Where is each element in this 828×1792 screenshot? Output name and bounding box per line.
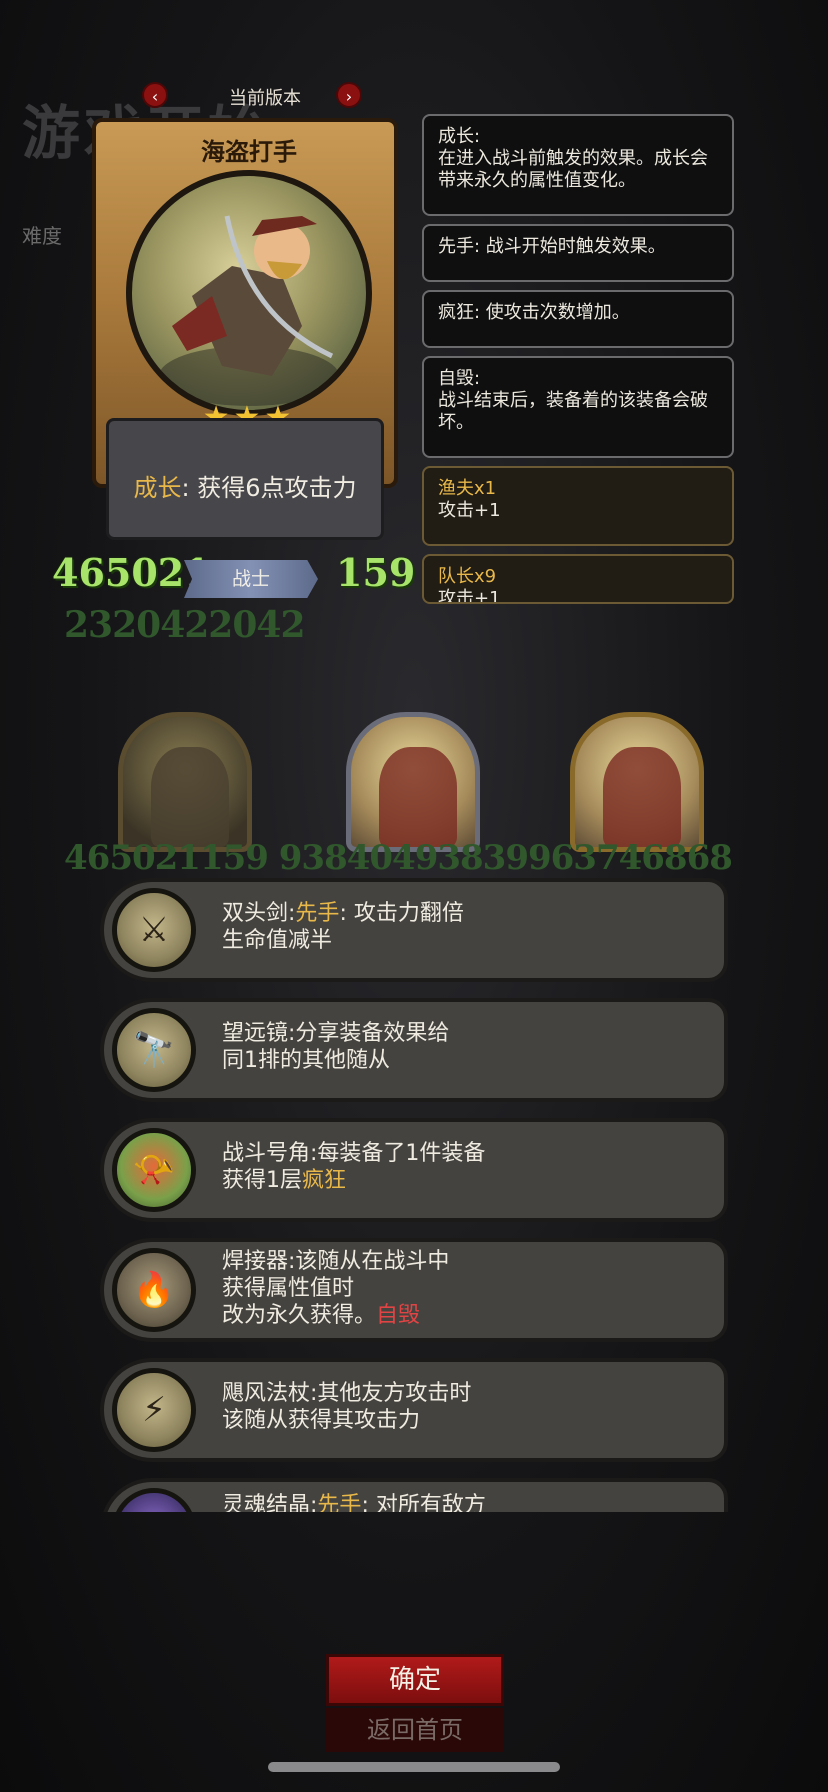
welder-icon: 🔥 [112,1248,196,1332]
tooltip-title: 疯狂: [438,302,481,323]
slot-figure [379,747,457,847]
tooltip-title: 先手: [438,236,481,257]
back-home-button[interactable]: 返回首页 [326,1708,504,1752]
equipment-item[interactable]: ⚡ 飓风法杖:其他友方攻击时 该随从获得其攻击力 [100,1358,728,1462]
double-blade-icon: ⚔ [112,888,196,972]
hero-card: 海盗打手 ★★★ 成长: 获得6点攻击力 465021 战士 159 [52,118,415,598]
class-banner: 战士 [184,560,318,598]
tooltip-body: 在进入战斗前触发的效果。成长会带来永久的属性值变化。 [438,148,708,191]
tooltip-growth: 成长: 在进入战斗前触发的效果。成长会带来永久的属性值变化。 [422,114,734,216]
tooltip-synergy-fisherman: 渔夫x1 攻击+1 [422,466,734,546]
equipment-text: 生命值减半 [222,928,333,953]
slot-figure [151,747,229,847]
soul-crystal-icon: ◆ [112,1488,196,1512]
storm-staff-icon: ⚡ [112,1368,196,1452]
card-description-text: 获得6点攻击力 [189,474,357,502]
equipment-name: 双头剑: [222,901,296,926]
war-horn-icon: 📯 [112,1128,196,1212]
tooltip-frenzy: 疯狂: 使攻击次数增加。 [422,290,734,348]
tooltip-body: 战斗开始时触发效果。 [480,236,666,257]
equipment-text: 其他友方攻击时 [317,1381,472,1406]
equipment-item[interactable]: 📯 战斗号角:每装备了1件装备 获得1层疯狂 [100,1118,728,1222]
ghost-stats-overlay: 2320422042 [64,604,305,646]
equipment-description: 灵魂结晶:先手: 对所有敌方 [222,1492,722,1512]
card-description: 成长: 获得6点攻击力 [106,468,384,503]
equipment-text: 该随从在战斗中 [295,1249,450,1274]
tooltip-self-destruct: 自毁: 战斗结束后，装备着的该装备会破坏。 [422,356,734,458]
equipment-text: 分享装备效果给 [295,1021,450,1046]
equipment-description: 焊接器:该随从在战斗中 获得属性值时 改为永久获得。自毁 [222,1248,722,1329]
tooltip-body: 攻击+1 [438,588,501,604]
background-difficulty-label: 难度 [22,224,62,248]
chevron-right-icon[interactable]: › [336,82,362,108]
deck-slot-3[interactable] [570,712,704,852]
deck-slot-2[interactable] [346,712,480,852]
equipment-text: 该随从获得其攻击力 [222,1408,421,1433]
hero-portrait [126,170,372,416]
hero-name: 海盗打手 [201,138,297,166]
equipment-name: 战斗号角: [222,1141,318,1166]
home-indicator[interactable] [268,1762,560,1772]
tooltip-body: 攻击+1 [438,500,501,521]
equipment-text: 每装备了1件装备 [317,1141,486,1166]
equipment-item[interactable]: ◆ 灵魂结晶:先手: 对所有敌方 [100,1478,728,1512]
tooltip-synergy-captain: 队长x9 攻击+1 [422,554,734,604]
pirate-brawler-art [159,215,339,406]
tooltip-title: 渔夫x1 [438,478,497,499]
slot-figure [603,747,681,847]
equipment-name: 望远镜: [222,1021,296,1046]
equipment-description: 望远镜:分享装备效果给 同1排的其他随从 [222,1020,722,1074]
equipment-text: 同1排的其他随从 [222,1048,390,1073]
equipment-description: 飓风法杖:其他友方攻击时 该随从获得其攻击力 [222,1380,722,1434]
frenzy-keyword: 疯狂 [302,1168,347,1193]
chevron-left-icon[interactable]: ‹ [142,82,168,108]
equipment-text: 改为永久获得。 [222,1303,377,1328]
tooltip-body: 使攻击次数增加。 [480,302,630,323]
deck-slot-1[interactable] [118,712,252,852]
card-description-separator: : [181,474,190,502]
equipment-name: 焊接器: [222,1249,296,1274]
equipment-description: 战斗号角:每装备了1件装备 获得1层疯狂 [222,1140,722,1194]
equipment-text: : 攻击力翻倍 [339,901,464,926]
tooltip-first-strike: 先手: 战斗开始时触发效果。 [422,224,734,282]
equipment-item[interactable]: 🔥 焊接器:该随从在战斗中 获得属性值时 改为永久获得。自毁 [100,1238,728,1342]
tooltip-body: 战斗结束后，装备着的该装备会破坏。 [438,390,708,433]
self-destruct-keyword: 自毁 [376,1303,421,1328]
equipment-name: 飓风法杖: [222,1381,318,1406]
first-strike-keyword: 先手 [317,1493,362,1512]
equipment-text: 获得属性值时 [222,1276,355,1301]
version-label: 当前版本 [229,88,301,109]
tooltip-title: 自毁: [438,368,481,389]
equipment-text: 获得1层 [222,1168,302,1193]
equipment-text: : 对所有敌方 [361,1493,486,1512]
equipment-description: 双头剑:先手: 攻击力翻倍 生命值减半 [222,900,722,954]
telescope-icon: 🔭 [112,1008,196,1092]
health-value: 159 [336,550,416,595]
equipment-item[interactable]: 🔭 望远镜:分享装备效果给 同1排的其他随从 [100,998,728,1102]
equipment-list[interactable]: ⚔ 双头剑:先手: 攻击力翻倍 生命值减半 🔭 望远镜:分享装备效果给 同1排的… [96,872,736,1512]
equipment-name: 灵魂结晶: [222,1493,318,1512]
tooltip-title: 队长x9 [438,566,497,587]
equipment-item[interactable]: ⚔ 双头剑:先手: 攻击力翻倍 生命值减半 [100,878,728,982]
growth-keyword: 成长 [133,474,182,502]
confirm-button[interactable]: 确定 [326,1654,504,1706]
first-strike-keyword: 先手 [295,901,340,926]
attack-value: 465021 [52,550,211,595]
tooltip-title: 成长: [438,126,481,147]
